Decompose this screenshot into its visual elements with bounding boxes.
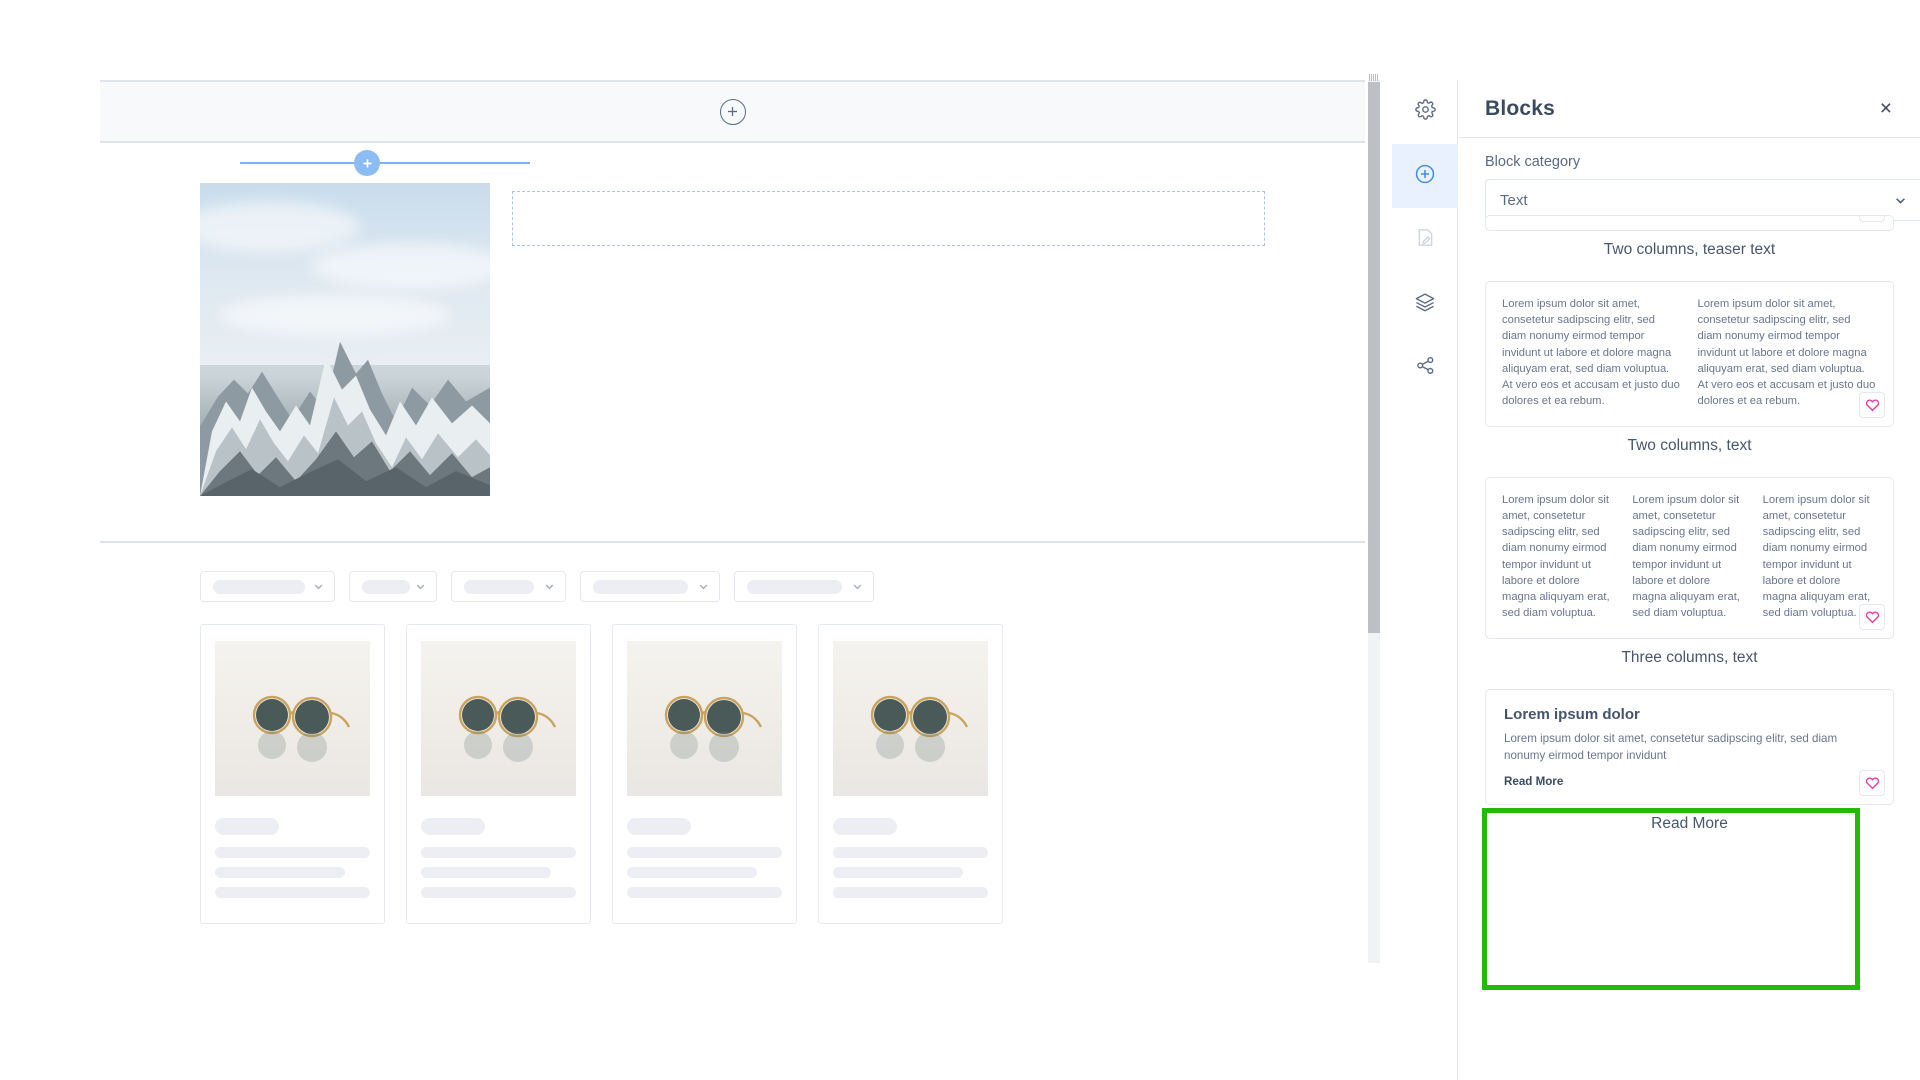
- share-nodes-icon: [1415, 355, 1436, 381]
- sidebar-item-edit: [1392, 208, 1458, 272]
- block-preview-clipped[interactable]: [1485, 215, 1894, 231]
- favorite-button[interactable]: [1859, 391, 1885, 418]
- block-category-field: Block category Text: [1459, 138, 1920, 221]
- favorite-button[interactable]: [1859, 216, 1885, 222]
- chevron-down-icon: [543, 580, 556, 593]
- block-column-text: Lorem ipsum dolor sit amet, consetetur s…: [1632, 493, 1740, 620]
- canvas-scrollbar[interactable]: [1368, 74, 1380, 963]
- block-column-text: Lorem ipsum dolor sit amet, consetetur s…: [1502, 298, 1680, 408]
- blocks-list[interactable]: Two columns, teaser text Lorem ipsum dol…: [1459, 215, 1920, 1080]
- chevron-down-icon: [1893, 193, 1908, 208]
- plus-circle-icon[interactable]: [719, 98, 746, 125]
- layers-icon: [1414, 291, 1436, 318]
- block-teaser-title: Lorem ipsum dolor: [1504, 705, 1640, 723]
- block-column-text: Lorem ipsum dolor sit amet, consetetur s…: [1762, 493, 1871, 620]
- block-caption: Two columns, teaser text: [1603, 241, 1776, 258]
- insert-line: [240, 162, 530, 164]
- product-card[interactable]: [612, 624, 797, 924]
- heart-icon: [1865, 610, 1880, 624]
- blocks-panel-header: Blocks ×: [1459, 80, 1920, 138]
- product-card[interactable]: [818, 624, 1003, 924]
- product-card-grid: [100, 602, 1365, 924]
- favorite-button[interactable]: [1859, 770, 1885, 797]
- filter-dropdown[interactable]: [349, 571, 437, 602]
- sunglasses-image: [421, 641, 576, 796]
- favorite-button[interactable]: [1859, 603, 1885, 630]
- insert-position-indicator: [100, 143, 1365, 183]
- block-preview-three-columns-text[interactable]: Lorem ipsum dolor sit amet, consetetur s…: [1485, 476, 1894, 639]
- panel-title: Blocks: [1485, 96, 1556, 120]
- sunglasses-image: [833, 641, 988, 796]
- chevron-down-icon: [414, 580, 427, 593]
- block-teaser-link: Read More: [1504, 775, 1564, 789]
- empty-text-dropzone[interactable]: [512, 191, 1265, 246]
- canvas-scrollbar-thumb[interactable]: [1368, 74, 1380, 633]
- block-preview-read-more[interactable]: Lorem ipsum dolor Lorem ipsum dolor sit …: [1485, 688, 1894, 806]
- block-caption: Three columns, text: [1621, 648, 1758, 666]
- product-card[interactable]: [200, 624, 385, 924]
- filter-dropdown[interactable]: [200, 571, 335, 602]
- chevron-down-icon: [312, 580, 325, 593]
- sunglasses-image: [627, 641, 782, 796]
- sidebar-item-share[interactable]: [1392, 336, 1458, 400]
- heart-icon: [1865, 398, 1880, 412]
- product-card[interactable]: [406, 624, 591, 924]
- block-caption: Read More: [1651, 815, 1728, 833]
- block-column-text: Lorem ipsum dolor sit amet, consetetur s…: [1697, 298, 1876, 408]
- sidebar-item-layers[interactable]: [1392, 272, 1458, 336]
- heart-icon: [1865, 776, 1880, 790]
- block-preview-two-columns-text[interactable]: Lorem ipsum dolor sit amet, consetetur s…: [1485, 281, 1894, 427]
- sidebar-item-settings[interactable]: [1392, 80, 1458, 144]
- filter-dropdown[interactable]: [734, 571, 874, 602]
- plus-icon[interactable]: [354, 150, 380, 176]
- block-editor-app: Blocks × Block category Text Two columns…: [0, 0, 1920, 1080]
- block-category-value: Text: [1500, 191, 1528, 209]
- filter-dropdown[interactable]: [580, 571, 720, 602]
- plus-circle-icon: [1414, 163, 1436, 190]
- edit-document-icon: [1415, 227, 1436, 253]
- block-column-text: Lorem ipsum dolor sit amet, consetetur s…: [1502, 493, 1610, 620]
- mountain-image[interactable]: [200, 183, 490, 496]
- filter-row: [100, 543, 1365, 602]
- filter-dropdown[interactable]: [451, 571, 566, 602]
- block-caption: Two columns, text: [1627, 436, 1752, 454]
- gear-icon: [1414, 99, 1436, 125]
- sunglasses-image: [215, 641, 370, 796]
- sidebar-item-add-blocks[interactable]: [1392, 144, 1458, 208]
- hero-section: [100, 183, 1365, 521]
- chevron-down-icon: [697, 580, 710, 593]
- canvas-insert-bar: [100, 80, 1365, 143]
- chevron-down-icon: [851, 580, 864, 593]
- page-canvas: [100, 80, 1365, 963]
- block-category-label: Block category: [1485, 154, 1581, 170]
- editor-sidebar-rail: [1392, 80, 1458, 1080]
- close-icon[interactable]: ×: [1880, 98, 1892, 119]
- blocks-panel: Blocks × Block category Text Two columns…: [1459, 80, 1920, 1080]
- block-teaser-body: Lorem ipsum dolor sit amet, consetetur s…: [1504, 731, 1838, 762]
